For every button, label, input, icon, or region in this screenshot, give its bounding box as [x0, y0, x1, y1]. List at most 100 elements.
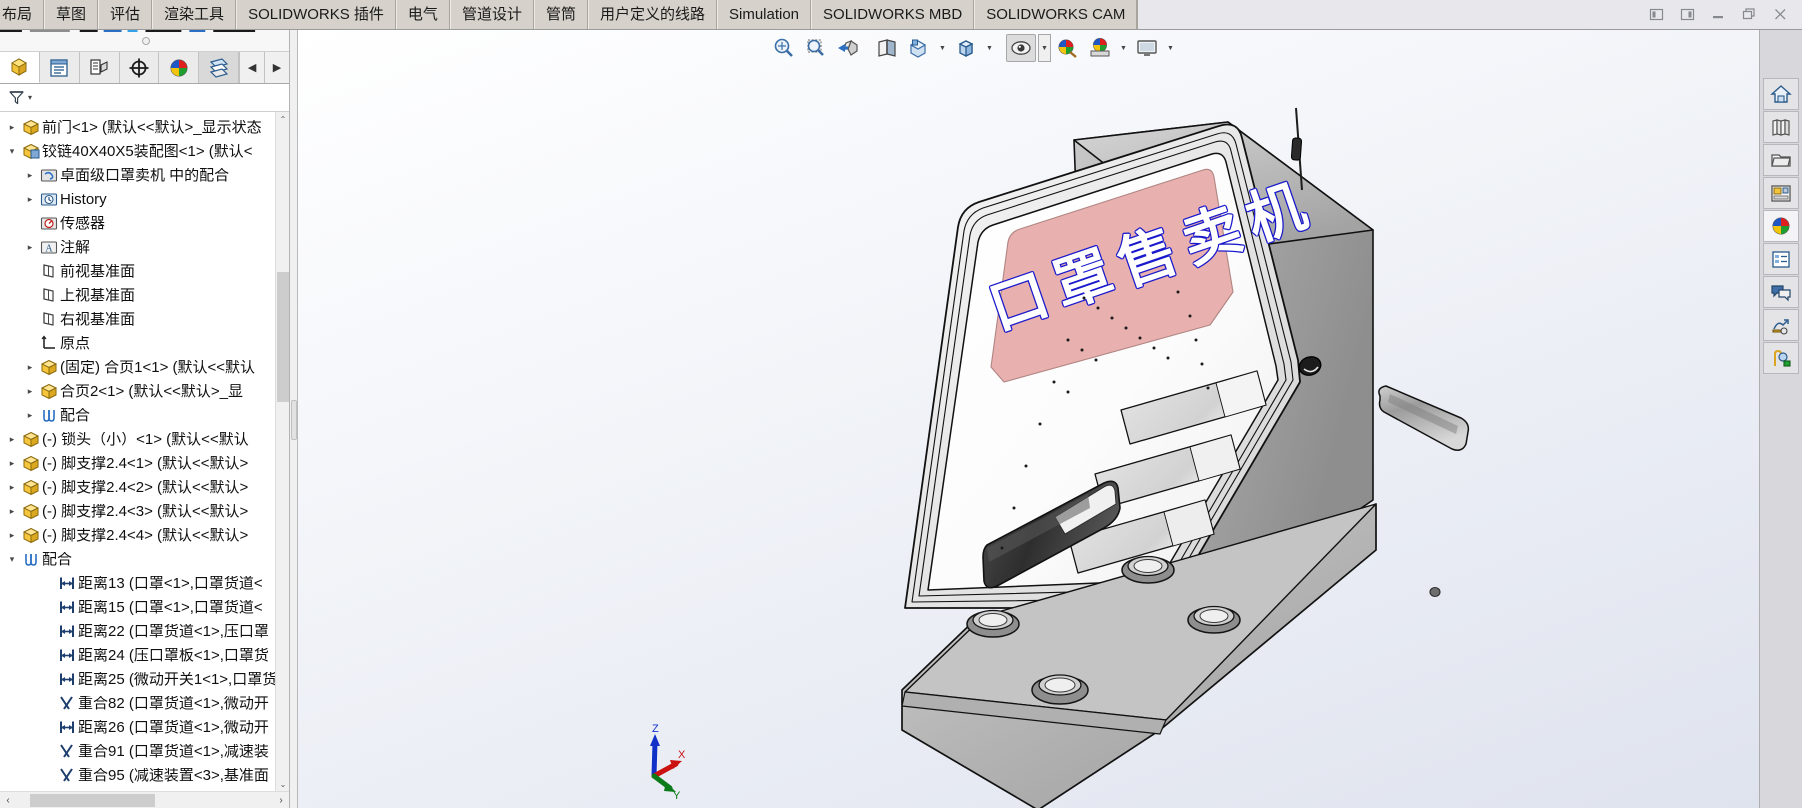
edit-appearance-button[interactable] — [1053, 34, 1083, 62]
tree-item[interactable]: 距离15 (口罩<1>,口罩货道< — [0, 595, 275, 619]
close-button[interactable] — [1772, 6, 1789, 23]
scroll-right-arrow[interactable]: › — [273, 792, 289, 808]
tree-item[interactable]: ▸ History — [0, 187, 275, 211]
collapse-left-panel-button[interactable] — [1648, 6, 1665, 23]
scroll-down-arrow[interactable]: ⌄ — [276, 777, 289, 791]
tab-5[interactable]: 电气 — [395, 0, 450, 29]
tree-expander[interactable]: ▾ — [4, 554, 20, 564]
tree-item[interactable]: ▸ A 注解 — [0, 235, 275, 259]
tree-expander[interactable]: ▸ — [22, 362, 38, 372]
tree-expander[interactable]: ▸ — [22, 242, 38, 252]
view-settings-button[interactable] — [1132, 34, 1162, 62]
property-manager-tab[interactable] — [39, 52, 80, 83]
filter-dropdown-arrow[interactable]: ▾ — [28, 93, 32, 102]
scroll-up-arrow[interactable]: ⌃ — [276, 112, 289, 126]
tree-item[interactable]: 上视基准面 — [0, 283, 275, 307]
manager-tabs-next[interactable]: ▶ — [264, 52, 289, 83]
simulation-button[interactable] — [1763, 309, 1799, 341]
scroll-left-arrow[interactable]: ‹ — [0, 792, 16, 808]
tree-filter-bar[interactable]: ▾ — [0, 84, 289, 112]
tree-item[interactable]: 原点 — [0, 331, 275, 355]
minimize-button[interactable] — [1710, 6, 1727, 23]
graphics-viewport[interactable]: ▼ ▼ ▼ ▼ ▼ 口罩售卖机 Z X Y — [298, 30, 1759, 808]
file-explorer-button[interactable] — [1763, 144, 1799, 176]
view-palette-button[interactable] — [1763, 177, 1799, 209]
tree-expander[interactable]: ▸ — [22, 386, 38, 396]
previous-view-button[interactable] — [832, 34, 862, 62]
tree-item[interactable]: ▸ (固定) 合页1<1> (默认<<默认 — [0, 355, 275, 379]
tree-item[interactable]: ▸ (-) 脚支撑2.4<1> (默认<<默认> — [0, 451, 275, 475]
tab-6[interactable]: 管道设计 — [449, 0, 534, 29]
tab-3[interactable]: 渲染工具 — [152, 0, 237, 29]
tree-item[interactable]: ▸ 合页2<1> (默认<<默认>_显 — [0, 379, 275, 403]
tree-item[interactable]: 重合91 (口罩货道<1>,减速装 — [0, 739, 275, 763]
tab-1[interactable]: 草图 — [44, 0, 99, 29]
tab-2[interactable]: 评估 — [98, 0, 153, 29]
horizontal-scroll-thumb[interactable] — [30, 793, 155, 807]
tree-expander[interactable]: ▾ — [4, 146, 20, 156]
tree-expander[interactable]: ▸ — [4, 506, 20, 516]
manager-tabs-prev[interactable]: ◀ — [239, 52, 265, 83]
tab-10[interactable]: SOLIDWORKS MBD — [811, 0, 975, 29]
motion-study-button[interactable] — [1763, 342, 1799, 374]
tree-item[interactable]: 距离25 (微动开关1<1>,口罩货 — [0, 667, 275, 691]
restore-button[interactable] — [1741, 6, 1758, 23]
tab-0[interactable]: 布局 — [0, 0, 45, 29]
splitter-grip[interactable] — [291, 400, 297, 440]
tab-4[interactable]: SOLIDWORKS 插件 — [236, 0, 396, 29]
tree-item[interactable]: 距离26 (口罩货道<1>,微动开 — [0, 715, 275, 739]
zoom-to-area-button[interactable] — [800, 34, 830, 62]
tree-item[interactable]: 右视基准面 — [0, 307, 275, 331]
coordinate-triad[interactable]: Z X Y — [628, 720, 708, 800]
tree-item[interactable]: ▸ (-) 脚支撑2.4<3> (默认<<默认> — [0, 499, 275, 523]
view-orientation-dropdown-arrow[interactable]: ▼ — [936, 34, 949, 62]
tree-expander[interactable]: ▸ — [22, 410, 38, 420]
tree-expander[interactable]: ▸ — [4, 530, 20, 540]
tree-item[interactable]: ▸ (-) 脚支撑2.4<4> (默认<<默认> — [0, 523, 275, 547]
panel-resize-dot[interactable] — [142, 37, 150, 45]
tree-item[interactable]: ▸ 配合 — [0, 403, 275, 427]
section-view-button[interactable] — [872, 34, 902, 62]
tree-item[interactable]: 距离22 (口罩货道<1>,压口罩 — [0, 619, 275, 643]
vending-machine-model[interactable]: 口罩售卖机 — [298, 30, 1759, 808]
hide-show-items-dropdown-arrow[interactable]: ▼ — [1038, 34, 1051, 62]
appearance-manager-tab[interactable] — [159, 52, 200, 83]
tree-item[interactable]: ▸ 卓面级口罩卖机 中的配合 — [0, 163, 275, 187]
feature-manager-tab[interactable] — [0, 52, 40, 83]
hide-show-items-button[interactable] — [1006, 34, 1036, 62]
tree-expander[interactable]: ▸ — [4, 122, 20, 132]
tree-item[interactable]: 前视基准面 — [0, 259, 275, 283]
view-orientation-button[interactable] — [904, 34, 934, 62]
tab-11[interactable]: SOLIDWORKS CAM — [974, 0, 1138, 29]
tree-item[interactable]: ▸ (-) 锁头（小）<1> (默认<<默认 — [0, 427, 275, 451]
tree-expander[interactable]: ▸ — [22, 194, 38, 204]
tree-expander[interactable]: ▸ — [22, 170, 38, 180]
tree-item[interactable]: ▸ 前门<1> (默认<<默认>_显示状态 — [0, 115, 275, 139]
view-settings-dropdown-arrow[interactable]: ▼ — [1164, 34, 1177, 62]
custom-properties-button[interactable] — [1763, 243, 1799, 275]
tree-item[interactable]: ▾ 配合 — [0, 547, 275, 571]
display-style-dropdown-arrow[interactable]: ▼ — [983, 34, 996, 62]
horizontal-scroll-track[interactable] — [16, 793, 273, 807]
tree-item[interactable]: 重合95 (减速装置<3>,基准面 — [0, 763, 275, 787]
tab-7[interactable]: 管筒 — [533, 0, 588, 29]
apply-scene-button[interactable] — [1085, 34, 1115, 62]
tree-horizontal-scrollbar[interactable]: ‹ › — [0, 791, 289, 808]
tree-item[interactable]: 传感器 — [0, 211, 275, 235]
solidworks-resources-button[interactable] — [1763, 78, 1799, 110]
vertical-scroll-thumb[interactable] — [277, 272, 289, 402]
tree-item[interactable]: 距离13 (口罩<1>,口罩货道< — [0, 571, 275, 595]
zoom-to-fit-button[interactable] — [768, 34, 798, 62]
apply-scene-dropdown-arrow[interactable]: ▼ — [1117, 34, 1130, 62]
tab-9[interactable]: Simulation — [716, 0, 812, 29]
panel-splitter[interactable] — [290, 30, 298, 808]
tree-item[interactable]: 距离24 (压口罩板<1>,口罩货 — [0, 643, 275, 667]
tree-item[interactable]: 重合82 (口罩货道<1>,微动开 — [0, 691, 275, 715]
tree-item[interactable]: ▸ (-) 脚支撑2.4<2> (默认<<默认> — [0, 475, 275, 499]
tree-expander[interactable]: ▸ — [4, 458, 20, 468]
solidworks-forum-button[interactable] — [1763, 276, 1799, 308]
design-library-button[interactable] — [1763, 111, 1799, 143]
display-manager-tab[interactable] — [199, 52, 240, 83]
tree-vertical-scrollbar[interactable]: ⌃ ⌄ — [275, 112, 289, 791]
tab-8[interactable]: 用户定义的线路 — [587, 0, 717, 29]
